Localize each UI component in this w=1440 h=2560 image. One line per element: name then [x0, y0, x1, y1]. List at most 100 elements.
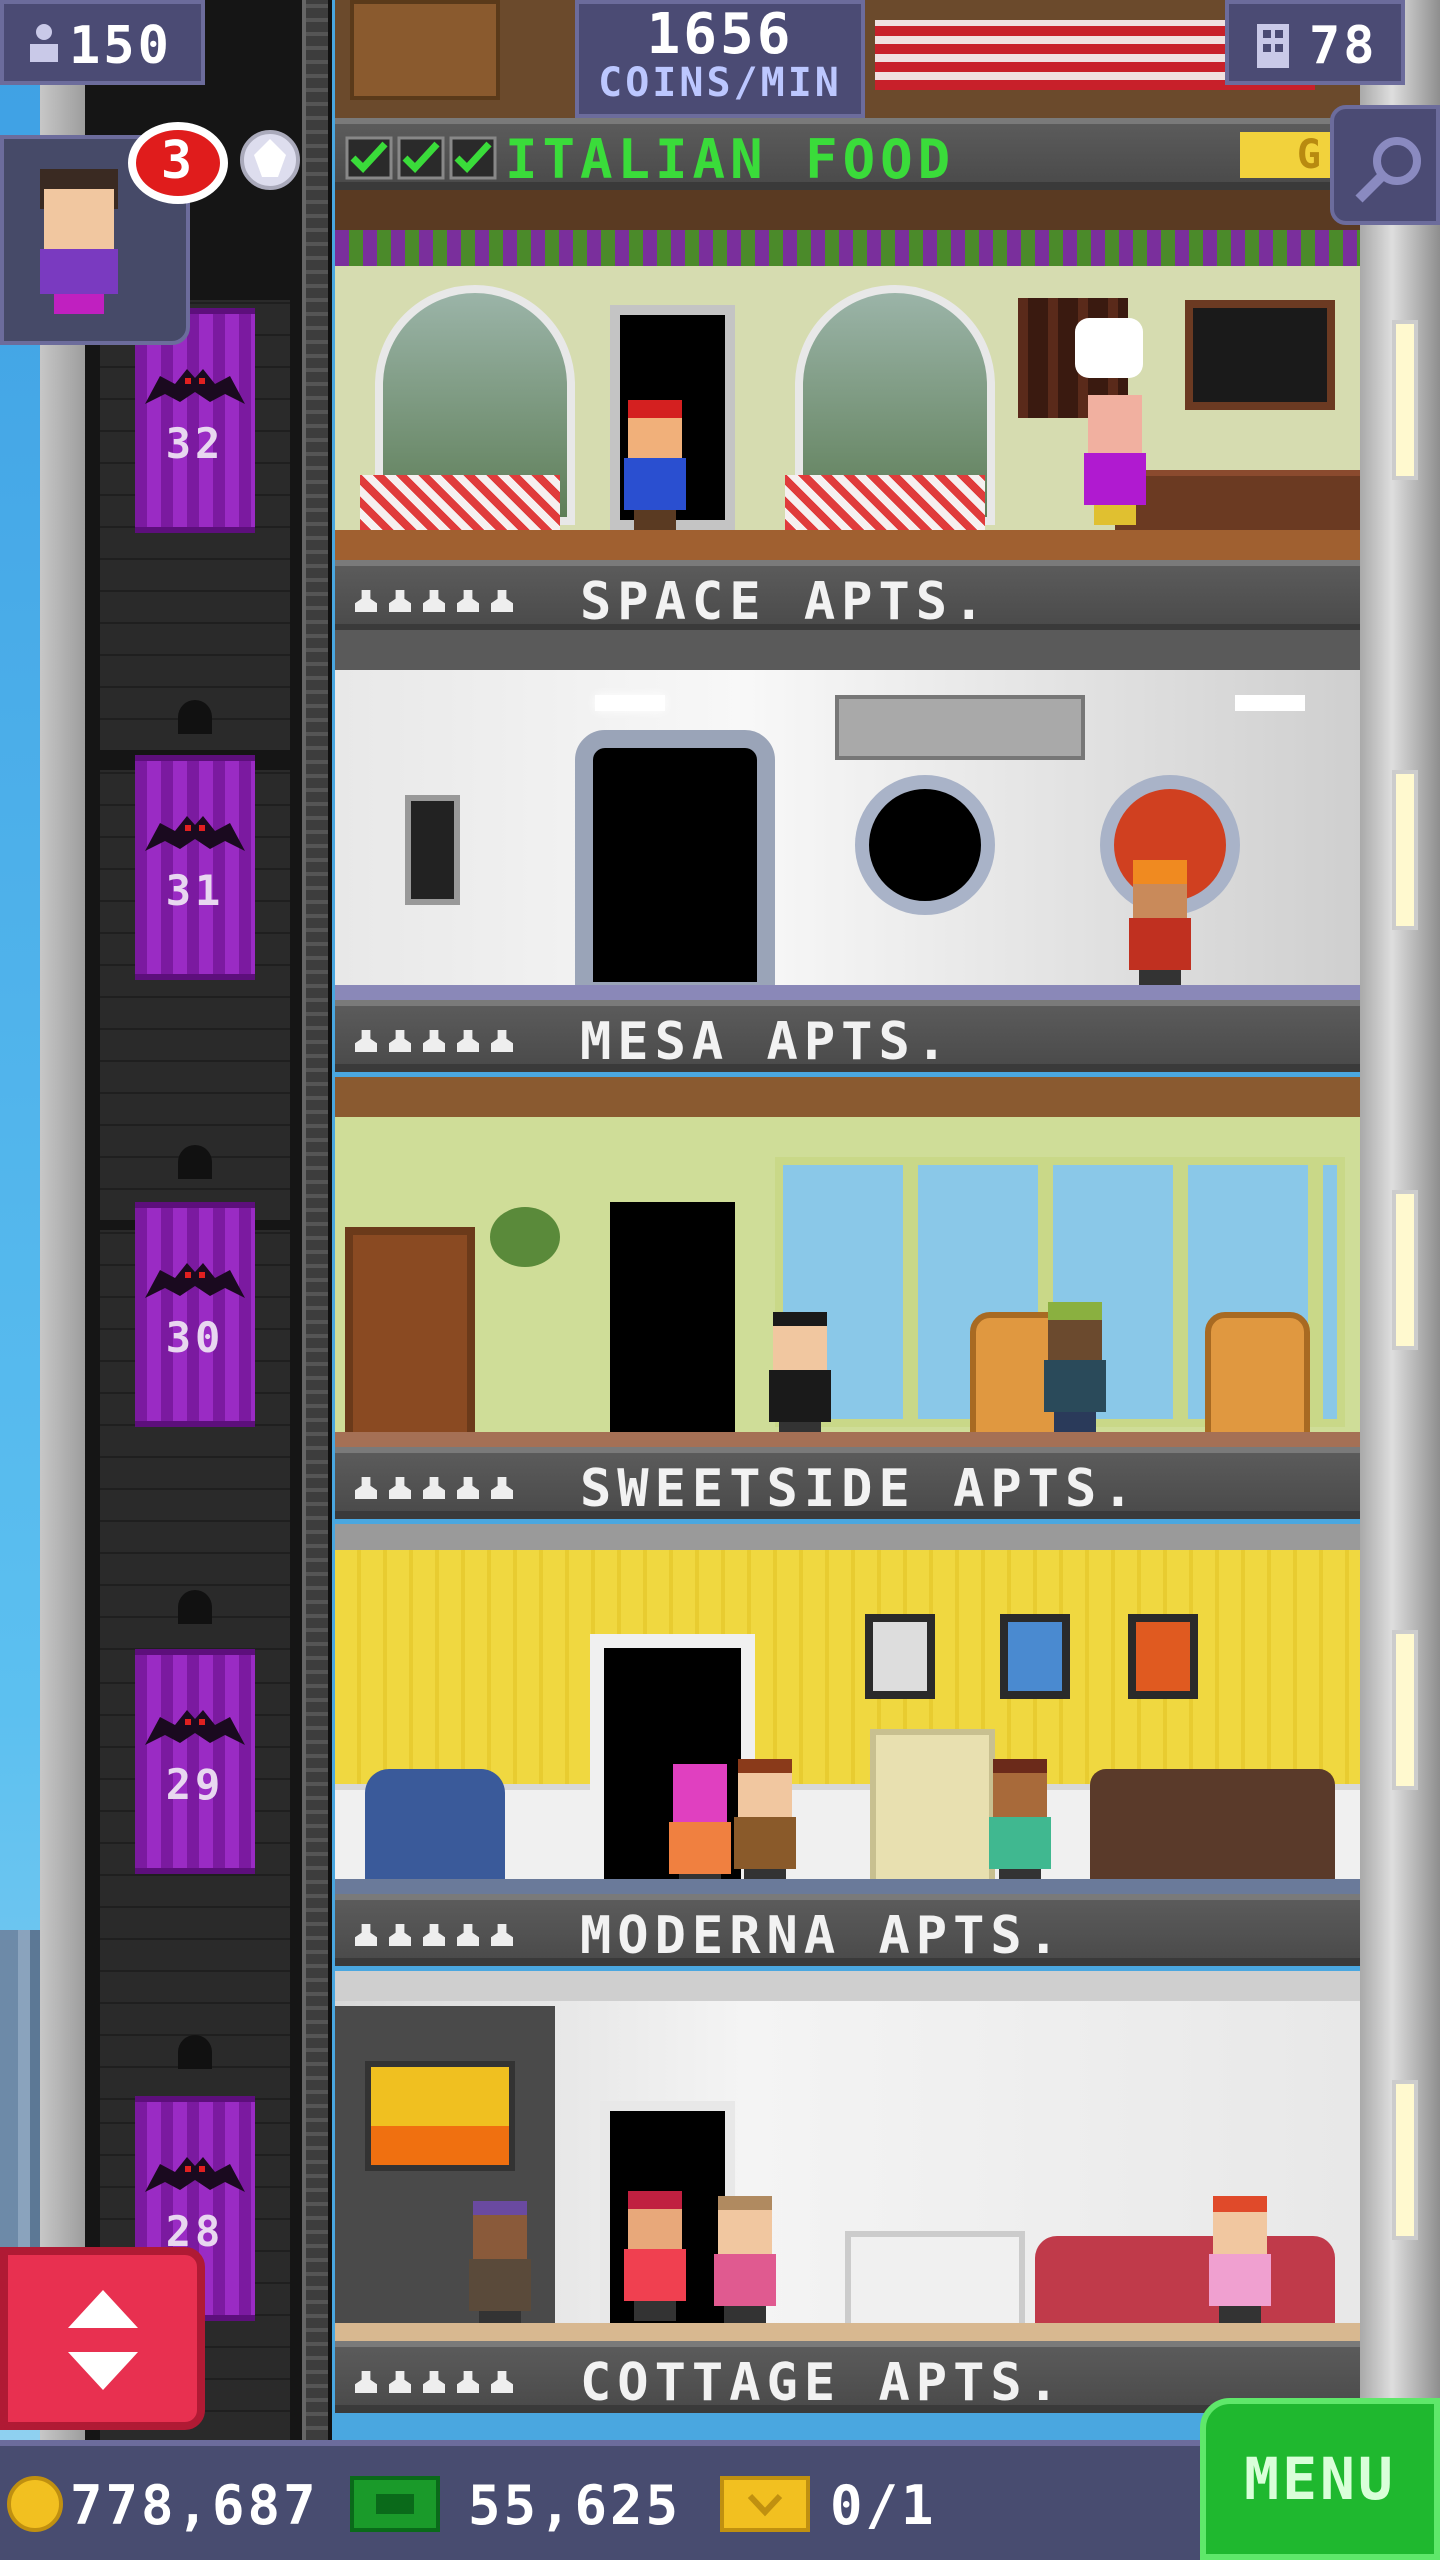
wall-picture — [1128, 1614, 1198, 1699]
checkmark-icon — [449, 136, 497, 180]
side-window — [1392, 1190, 1418, 1350]
floor-label-bar[interactable]: MODERNA APTS. — [335, 1894, 1360, 1966]
building-left-pillar — [40, 0, 85, 2440]
italian-food-banner[interactable]: ITALIAN FOOD G — [335, 118, 1360, 191]
floor-name: SPACE APTS. — [580, 572, 991, 632]
side-window — [1392, 320, 1418, 480]
floor-name: MODERNA APTS. — [580, 1906, 1065, 1966]
control-panel — [835, 695, 1085, 760]
elevator-floor-number: 31 — [165, 866, 225, 915]
floor-label-bar[interactable]: MESA APTS. — [335, 1000, 1360, 1072]
bitizen-resident[interactable] — [665, 1764, 735, 1894]
ceiling-light — [595, 695, 665, 711]
residents-pips — [355, 590, 513, 612]
checkmark-icon — [345, 136, 393, 180]
notification-badge[interactable]: 3 — [128, 122, 228, 204]
brown-sofa — [1090, 1769, 1335, 1894]
bitizen-resident[interactable] — [710, 2196, 780, 2326]
building-icon — [1257, 24, 1289, 68]
floor-mesa-apts-room[interactable]: SWEETSIDE APTS. — [335, 1077, 1360, 1524]
coins-per-min-value: 1656 — [646, 2, 794, 67]
elevator-door[interactable] — [610, 1202, 735, 1447]
arcade-machine — [870, 1729, 995, 1894]
menu-button[interactable]: MENU — [1200, 2398, 1440, 2560]
floor-count-panel[interactable]: 78 — [1225, 0, 1405, 85]
floor-space-apts-room[interactable]: MESA APTS. — [335, 630, 1360, 1077]
floor-count-value: 78 — [1309, 16, 1378, 76]
bitizen-construction-worker[interactable] — [1125, 860, 1195, 990]
tower-bux-icon — [350, 2476, 440, 2532]
bitizen-resident[interactable] — [1040, 1302, 1110, 1432]
up-down-arrows-icon — [68, 2290, 138, 2390]
elevator-rail — [302, 0, 332, 2440]
shaft-lamp-icon — [178, 700, 212, 734]
bitizen-resident[interactable] — [620, 2191, 690, 2321]
hanging-plant — [490, 1207, 560, 1267]
residents-pips — [355, 1030, 513, 1052]
mesa-room — [335, 1077, 1360, 1447]
floor-moderna-apts-room[interactable]: COTTAGE APTS. — [335, 1971, 1360, 2418]
shaft-lamp-icon — [178, 1590, 212, 1624]
sweetside-room — [335, 1524, 1360, 1894]
bat-icon — [145, 1710, 245, 1745]
blue-armchair — [365, 1769, 505, 1894]
side-window — [1392, 1630, 1418, 1790]
avatar — [34, 169, 124, 319]
elevator-floor-number: 29 — [165, 1760, 225, 1809]
porthole-window — [855, 775, 995, 915]
floor-name: MESA APTS. — [580, 1012, 954, 1072]
residents-pips — [355, 1924, 513, 1946]
population-counter[interactable]: 150 — [0, 0, 205, 85]
bitizen-resident[interactable] — [765, 1312, 835, 1442]
bitizen-resident[interactable] — [730, 1759, 800, 1889]
elevator-control-button[interactable] — [0, 2247, 205, 2430]
search-button[interactable] — [1330, 105, 1440, 225]
coins-per-min-label: COINS/MIN — [598, 60, 842, 106]
side-window — [1392, 2080, 1418, 2240]
floor-name: COTTAGE APTS. — [580, 2353, 1065, 2413]
bat-icon — [145, 369, 245, 404]
population-value: 150 — [69, 16, 172, 76]
armchair — [1205, 1312, 1310, 1442]
floor-space-apts[interactable]: SPACE APTS. — [335, 190, 1360, 637]
bookshelf — [345, 1227, 475, 1442]
floor-label-bar[interactable]: COTTAGE APTS. — [335, 2341, 1360, 2413]
elevator-car-30[interactable]: 30 — [135, 1202, 255, 1427]
gem-icon[interactable] — [240, 125, 300, 195]
floor-label-bar[interactable]: SPACE APTS. — [335, 560, 1360, 632]
coins-value: 778,687 — [70, 2474, 319, 2537]
moderna-room — [335, 1971, 1360, 2341]
bat-icon — [145, 2157, 245, 2192]
elevator-floor-number: 32 — [165, 419, 225, 468]
golden-ticket-icon — [720, 2476, 810, 2532]
residents-pips — [355, 1477, 513, 1499]
bitizen-resident[interactable] — [465, 2201, 535, 2331]
magnifier-icon — [1355, 137, 1421, 203]
elevator-car-29[interactable]: 29 — [135, 1649, 255, 1874]
abstract-painting — [365, 2061, 515, 2171]
floor-label-bar[interactable]: SWEETSIDE APTS. — [335, 1447, 1360, 1519]
bux-value: 55,625 — [468, 2474, 682, 2537]
coins-per-min-panel: 1656 COINS/MIN — [575, 0, 865, 118]
stock-check-icons — [345, 136, 497, 180]
side-window — [1392, 770, 1418, 930]
space-room — [335, 630, 1360, 1000]
floor-name: SWEETSIDE APTS. — [580, 1459, 1140, 1519]
floor-sweetside-apts-room[interactable]: MODERNA APTS. — [335, 1524, 1360, 1971]
bitizen-resident[interactable] — [1205, 2196, 1275, 2326]
wall-picture — [1000, 1614, 1070, 1699]
shaft-lamp-icon — [178, 1145, 212, 1179]
floor-name: ITALIAN FOOD — [505, 128, 956, 191]
person-icon — [30, 24, 58, 62]
floor-rank-badge: G — [1240, 132, 1330, 178]
wall-picture — [865, 1614, 935, 1699]
bat-icon — [145, 816, 245, 851]
wall-panel — [405, 795, 460, 905]
elevator-door[interactable] — [575, 730, 775, 1000]
elevator-car-31[interactable]: 31 — [135, 755, 255, 980]
shaft-lamp-icon — [178, 2035, 212, 2069]
bat-icon — [145, 1263, 245, 1298]
residents-pips — [355, 2371, 513, 2393]
ceiling-light — [1235, 695, 1305, 711]
bitizen-resident[interactable] — [985, 1759, 1055, 1889]
